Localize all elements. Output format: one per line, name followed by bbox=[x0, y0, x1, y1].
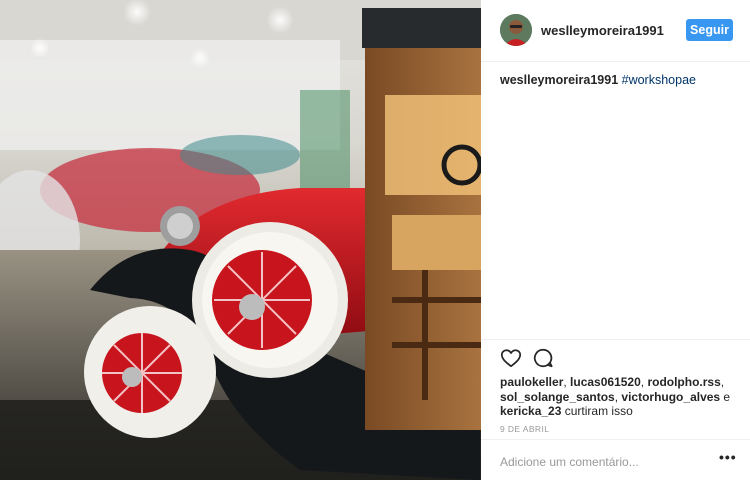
caption-hashtag[interactable]: #workshopae bbox=[622, 73, 696, 87]
avatar-portrait-icon bbox=[500, 14, 532, 46]
like-user[interactable]: kericka_23 bbox=[500, 404, 561, 418]
post-header: weslleymoreira1991 Seguir bbox=[481, 0, 750, 62]
like-user[interactable]: victorhugo_alves bbox=[621, 390, 720, 404]
post-date[interactable]: 9 DE ABRIL bbox=[500, 424, 549, 434]
author-username[interactable]: weslleymoreira1991 bbox=[541, 23, 664, 38]
likes-summary: paulokeller, lucas061520, rodolpho.rss, … bbox=[500, 375, 731, 418]
like-user[interactable]: lucas061520 bbox=[570, 375, 641, 389]
comment-box: ••• bbox=[481, 439, 750, 480]
heart-icon[interactable] bbox=[500, 347, 522, 369]
likes-suffix: curtiram isso bbox=[561, 404, 633, 418]
comment-input[interactable] bbox=[500, 453, 690, 471]
more-options-icon[interactable]: ••• bbox=[719, 450, 736, 466]
post-caption: weslleymoreira1991 #workshopae bbox=[500, 73, 696, 87]
author-avatar[interactable] bbox=[500, 14, 532, 46]
like-user[interactable]: rodolpho.rss bbox=[647, 375, 720, 389]
like-user[interactable]: sol_solange_santos bbox=[500, 390, 615, 404]
comment-bubble-icon[interactable] bbox=[532, 347, 554, 369]
post-side-panel: weslleymoreira1991 Seguir weslleymoreira… bbox=[481, 0, 750, 480]
caption-username[interactable]: weslleymoreira1991 bbox=[500, 73, 618, 87]
follow-button[interactable]: Seguir bbox=[686, 19, 733, 41]
like-user[interactable]: paulokeller bbox=[500, 375, 563, 389]
actions-divider bbox=[481, 339, 750, 340]
toy-car-illustration bbox=[0, 0, 481, 480]
post-photo[interactable] bbox=[0, 0, 481, 480]
